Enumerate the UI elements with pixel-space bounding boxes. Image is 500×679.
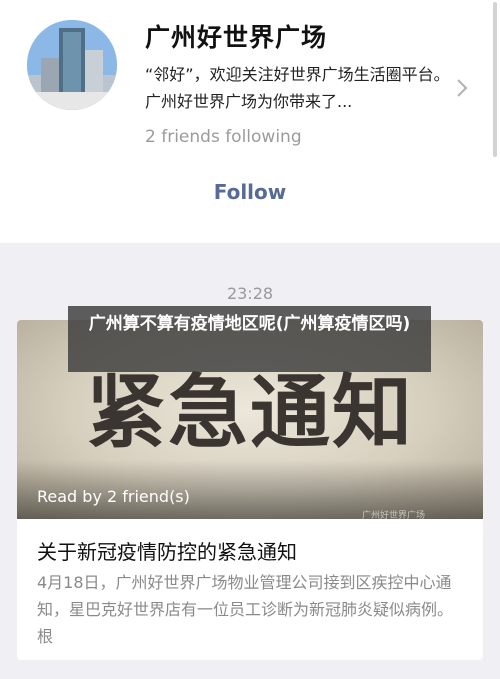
account-description[interactable]: “邻好”，欢迎关注好世界广场生活圈平台。广州好世界广场为你带来了... xyxy=(145,61,450,115)
account-header: 广州好世界广场 “邻好”，欢迎关注好世界广场生活圈平台。广州好世界广场为你带来了… xyxy=(0,0,500,243)
friends-following: 2 friends following xyxy=(145,127,302,147)
account-avatar[interactable] xyxy=(27,20,117,110)
account-name: 广州好世界广场 xyxy=(145,23,328,52)
cover-watermark: 广州好世界广场 xyxy=(362,511,426,521)
read-by-friends: Read by 2 friend(s) xyxy=(37,487,190,506)
message-timestamp: 23:28 xyxy=(226,284,274,303)
scrollbar[interactable] xyxy=(493,2,497,157)
title-overlay-banner: 广州算不算有疫情地区呢(广州算疫情区吗) xyxy=(68,306,431,372)
overlay-title: 广州算不算有疫情地区呢(广州算疫情区吗) xyxy=(88,314,411,334)
follow-button[interactable]: Follow xyxy=(200,180,300,204)
chevron-right-icon[interactable] xyxy=(455,78,469,98)
article-digest: 4月18日，广州好世界广场物业管理公司接到区疾控中心通知，星巴克好世界店有一位员… xyxy=(37,573,454,646)
article-title[interactable]: 关于新冠疫情防控的紧急通知 xyxy=(37,536,297,565)
cover-headline: 紧急通知 xyxy=(86,365,414,459)
